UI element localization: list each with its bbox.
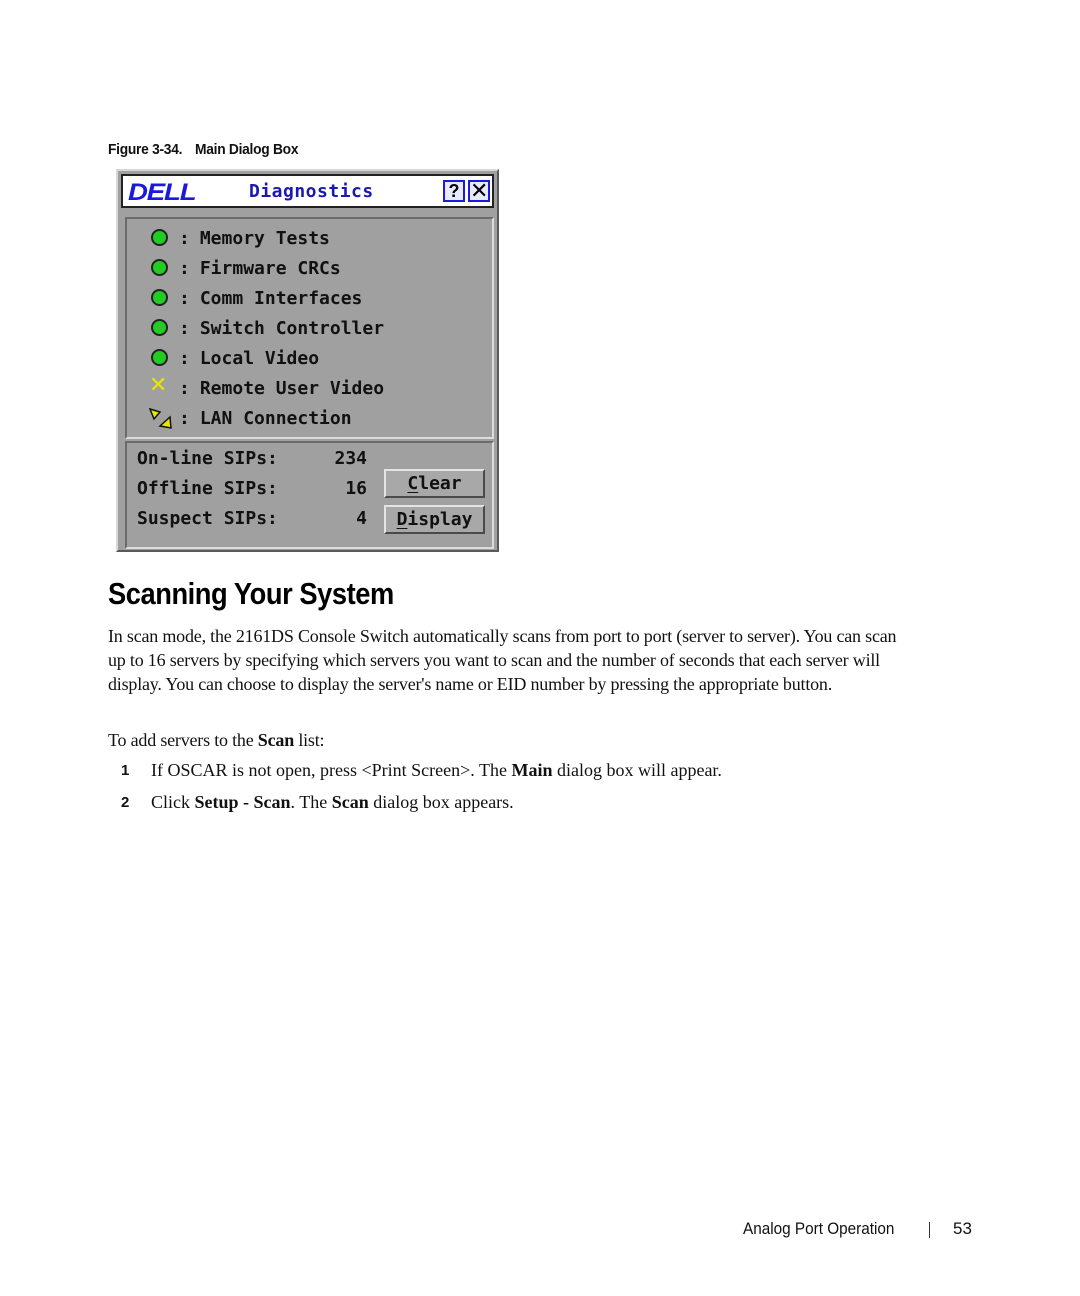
figure-title: Main Dialog Box [195, 141, 299, 158]
green-led-icon [149, 287, 171, 309]
green-led-icon [149, 347, 171, 369]
sip-row-online: On-line SIPs: 234 [137, 448, 367, 469]
step-text: Click Setup - Scan. The Scan dialog box … [151, 792, 514, 812]
sip-value: 4 [356, 508, 367, 529]
figure-number: Figure 3-34. [108, 141, 183, 158]
sip-value: 234 [334, 448, 367, 469]
yellow-x-icon: ✕ [149, 373, 168, 398]
intro-paragraph: In scan mode, the 2161DS Console Switch … [108, 626, 897, 694]
display-button[interactable]: Display [384, 505, 485, 534]
sip-value: 16 [345, 478, 367, 499]
step-number: 1 [121, 762, 130, 779]
status-row-remote-user-video: ✕ : Remote User Video [149, 373, 385, 399]
status-row-firmware-crcs: : Firmware CRCs [149, 255, 341, 281]
status-row-switch-controller: : Switch Controller [149, 315, 384, 341]
status-label: Memory Tests [199, 227, 330, 249]
green-led-icon [149, 317, 171, 339]
dialog-titlebar[interactable]: DELL Diagnostics ? ✕ [121, 174, 494, 208]
green-led-icon [149, 257, 171, 279]
sip-row-offline: Offline SIPs: 16 [137, 478, 367, 499]
close-button[interactable]: ✕ [468, 180, 490, 202]
lan-warning-icon [149, 407, 172, 429]
help-button[interactable]: ? [443, 180, 465, 202]
diagnostics-status-panel: : Memory Tests : Firmware CRCs : Comm In… [125, 217, 494, 439]
footer-divider [929, 1222, 930, 1238]
status-label: Firmware CRCs [199, 257, 341, 279]
status-label: Remote User Video [199, 377, 385, 399]
section-heading: Scanning Your System [108, 576, 394, 611]
status-label: Local Video [199, 347, 320, 369]
page-number: 53 [953, 1219, 972, 1238]
status-row-comm-interfaces: : Comm Interfaces [149, 285, 362, 311]
diagnostics-dialog: DELL Diagnostics ? ✕ : Memory Tests : Fi… [116, 169, 499, 552]
status-row-lan-connection: : LAN Connection [149, 405, 352, 431]
step-text: If OSCAR is not open, press <Print Scree… [151, 760, 722, 780]
dialog-title: Diagnostics [249, 181, 374, 202]
help-icon: ? [448, 181, 460, 201]
close-icon: ✕ [470, 178, 489, 203]
status-label: LAN Connection [199, 407, 352, 429]
step-number: 2 [121, 794, 130, 811]
sip-counts-panel: On-line SIPs: 234 Offline SIPs: 16 Suspect… [125, 441, 494, 549]
figure-caption: Figure 3-34. Main Dialog Box [108, 141, 299, 158]
lead-paragraph: To add servers to the Scan list: [108, 730, 325, 750]
dell-logo: DELL [128, 179, 197, 206]
status-row-local-video: : Local Video [149, 345, 319, 371]
status-label: Comm Interfaces [199, 287, 363, 309]
green-led-icon [149, 227, 171, 249]
status-label: Switch Controller [199, 317, 385, 339]
clear-button[interactable]: Clear [384, 469, 485, 498]
footer-section-title: Analog Port Operation [743, 1219, 895, 1238]
sip-row-suspect: Suspect SIPs: 4 [137, 508, 367, 529]
status-row-memory-tests: : Memory Tests [149, 225, 330, 251]
